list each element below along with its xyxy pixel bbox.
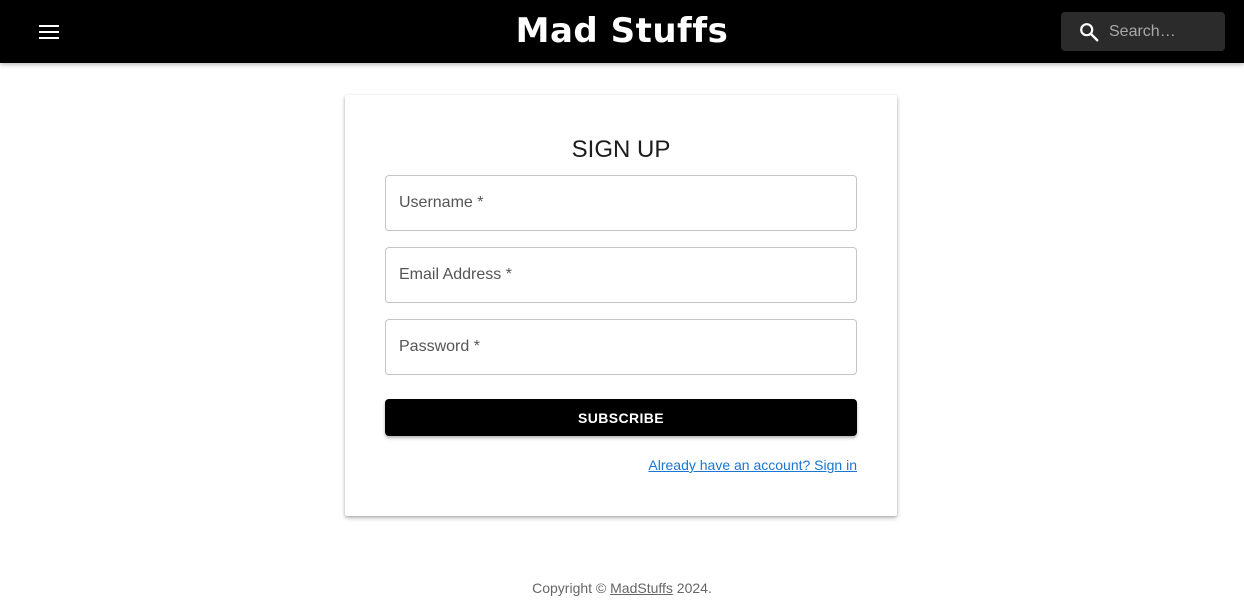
site-title: Mad Stuffs — [515, 11, 729, 51]
footer: Copyright © MadStuffs 2024. — [0, 580, 1244, 596]
signup-card: SIGN UP Username * Email Address * Passw… — [345, 95, 897, 516]
search-input[interactable] — [1109, 12, 1219, 51]
footer-brand-link[interactable]: MadStuffs — [610, 580, 673, 596]
email-field[interactable]: Email Address * — [385, 247, 857, 303]
email-input[interactable] — [386, 248, 856, 302]
copyright-prefix: Copyright © — [532, 580, 611, 596]
copyright-year: 2024. — [672, 580, 712, 596]
username-input[interactable] — [386, 176, 856, 230]
subscribe-button[interactable]: SUBSCRIBE — [385, 399, 857, 436]
app-bar: Mad Stuffs — [0, 0, 1244, 63]
username-field[interactable]: Username * — [385, 175, 857, 231]
menu-button[interactable] — [27, 10, 71, 54]
hamburger-menu-icon — [39, 25, 59, 39]
signup-title: SIGN UP — [571, 136, 671, 163]
password-input[interactable] — [386, 320, 856, 374]
search-box[interactable] — [1061, 12, 1225, 51]
search-icon — [1080, 23, 1099, 42]
password-field[interactable]: Password * — [385, 319, 857, 375]
signin-link[interactable]: Already have an account? Sign in — [648, 457, 857, 473]
